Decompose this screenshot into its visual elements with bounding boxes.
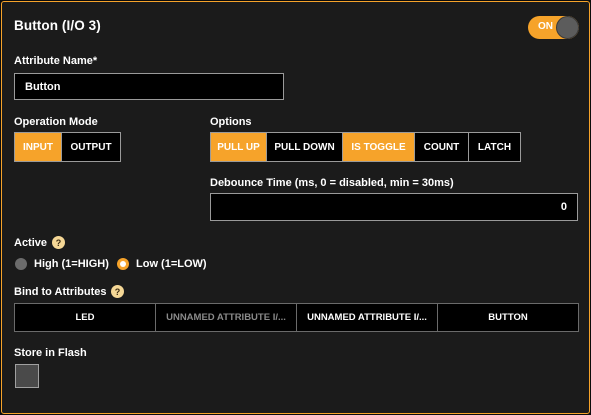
option-pull-up-button[interactable]: PULL UP bbox=[211, 133, 267, 161]
active-low-label: Low (1=LOW) bbox=[136, 258, 207, 270]
debounce-input[interactable] bbox=[210, 193, 578, 221]
bind-attribute-led[interactable]: LED bbox=[15, 304, 156, 331]
bind-to-attributes-label: Bind to Attributes bbox=[14, 286, 107, 298]
attribute-name-label: Attribute Name* bbox=[14, 55, 98, 67]
bind-help-icon[interactable]: ? bbox=[111, 285, 124, 298]
store-in-flash-label: Store in Flash bbox=[14, 347, 87, 359]
active-high-radio[interactable] bbox=[15, 258, 27, 270]
bind-attribute-unnamed-1[interactable]: UNNAMED ATTRIBUTE I/... bbox=[156, 304, 297, 331]
option-pull-down-button[interactable]: PULL DOWN bbox=[267, 133, 343, 161]
bind-attributes-list: LED UNNAMED ATTRIBUTE I/... UNNAMED ATTR… bbox=[14, 303, 579, 332]
active-label: Active bbox=[14, 237, 48, 249]
enabled-toggle[interactable]: ON bbox=[528, 16, 579, 39]
operation-mode-selector: INPUT OUTPUT bbox=[14, 132, 121, 162]
option-is-toggle-button[interactable]: IS TOGGLE bbox=[343, 133, 415, 161]
bind-attribute-unnamed-2[interactable]: UNNAMED ATTRIBUTE I/... bbox=[297, 304, 438, 331]
operation-mode-output-button[interactable]: OUTPUT bbox=[62, 133, 120, 161]
toggle-label: ON bbox=[538, 21, 553, 32]
toggle-knob-icon bbox=[556, 16, 579, 39]
io-settings-panel: Button (I/O 3) ON Attribute Name* Operat… bbox=[1, 1, 590, 414]
operation-mode-input-button[interactable]: INPUT bbox=[15, 133, 62, 161]
options-selector: PULL UP PULL DOWN IS TOGGLE COUNT LATCH bbox=[210, 132, 521, 162]
active-help-icon[interactable]: ? bbox=[52, 236, 65, 249]
panel-title: Button (I/O 3) bbox=[14, 18, 101, 33]
options-label: Options bbox=[210, 116, 252, 128]
debounce-label: Debounce Time (ms, 0 = disabled, min = 3… bbox=[210, 177, 454, 189]
operation-mode-label: Operation Mode bbox=[14, 116, 98, 128]
active-low-radio[interactable] bbox=[117, 258, 129, 270]
attribute-name-input[interactable] bbox=[14, 73, 284, 100]
active-high-label: High (1=HIGH) bbox=[34, 258, 109, 270]
store-in-flash-checkbox[interactable] bbox=[15, 364, 39, 388]
bind-attribute-button[interactable]: BUTTON bbox=[438, 304, 578, 331]
option-latch-button[interactable]: LATCH bbox=[469, 133, 520, 161]
option-count-button[interactable]: COUNT bbox=[415, 133, 469, 161]
